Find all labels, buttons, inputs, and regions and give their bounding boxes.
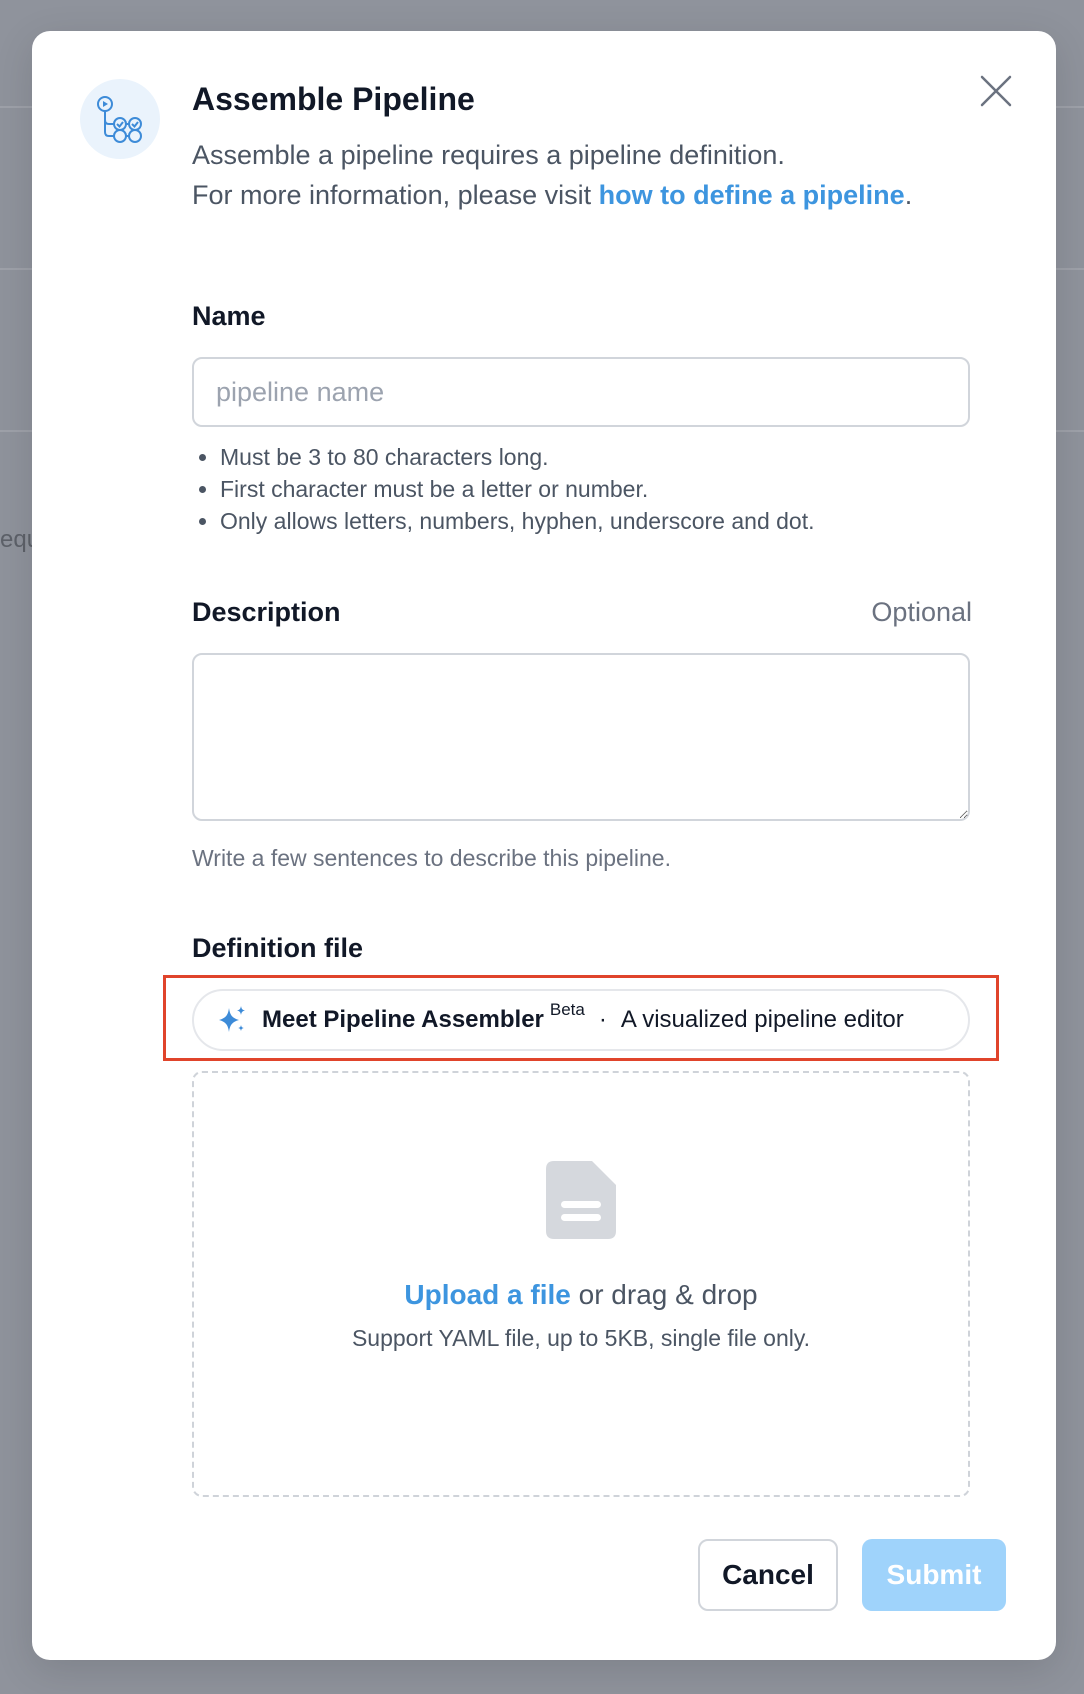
define-pipeline-link[interactable]: how to define a pipeline <box>599 180 905 210</box>
file-icon <box>546 1161 616 1239</box>
drag-drop-text: or drag & drop <box>570 1279 758 1310</box>
subtitle-line-1: Assemble a pipeline requires a pipeline … <box>192 140 785 170</box>
beta-badge: Beta <box>549 1000 585 1019</box>
name-rules-list: Must be 3 to 80 characters long. First c… <box>192 441 815 537</box>
name-rule: Must be 3 to 80 characters long. <box>220 441 815 473</box>
file-dropzone[interactable]: Upload a file or drag & drop Support YAM… <box>192 1071 970 1497</box>
cancel-button[interactable]: Cancel <box>698 1539 838 1611</box>
sparkle-icon <box>219 1006 245 1032</box>
submit-button[interactable]: Submit <box>862 1539 1006 1611</box>
assembler-tagline: A visualized pipeline editor <box>620 1006 904 1033</box>
definition-file-label: Definition file <box>192 933 363 963</box>
separator-dot: · <box>598 1006 607 1033</box>
name-label: Name <box>192 301 266 331</box>
dialog-title: Assemble Pipeline <box>192 81 475 117</box>
close-icon <box>980 75 1012 107</box>
subtitle-period: . <box>904 180 913 210</box>
subtitle-text: For more information, please visit <box>192 180 599 210</box>
pipeline-name-input[interactable] <box>192 357 970 427</box>
file-support-text: Support YAML file, up to 5KB, single fil… <box>351 1325 811 1351</box>
name-rule: First character must be a letter or numb… <box>220 473 815 505</box>
description-textarea[interactable] <box>192 653 970 821</box>
description-help-text: Write a few sentences to describe this p… <box>192 845 671 871</box>
upload-file-link[interactable]: Upload a file <box>404 1279 570 1310</box>
close-button[interactable] <box>976 71 1016 111</box>
dialog-subtitle: Assemble a pipeline requires a pipeline … <box>192 135 912 215</box>
pipeline-assembler-button[interactable]: Meet Pipeline Assembler Beta · A visuali… <box>192 989 970 1051</box>
description-label: Description <box>192 597 341 627</box>
assembler-name: Meet Pipeline Assembler <box>262 1006 544 1033</box>
upload-instructions: Upload a file or drag & drop <box>404 1279 757 1311</box>
name-rule: Only allows letters, numbers, hyphen, un… <box>220 505 815 537</box>
pipeline-icon <box>80 79 160 159</box>
assemble-pipeline-dialog: Assemble Pipeline Assemble a pipeline re… <box>32 31 1056 1660</box>
optional-label: Optional <box>871 597 972 627</box>
subtitle-line-2: For more information, please visit how t… <box>192 175 912 215</box>
